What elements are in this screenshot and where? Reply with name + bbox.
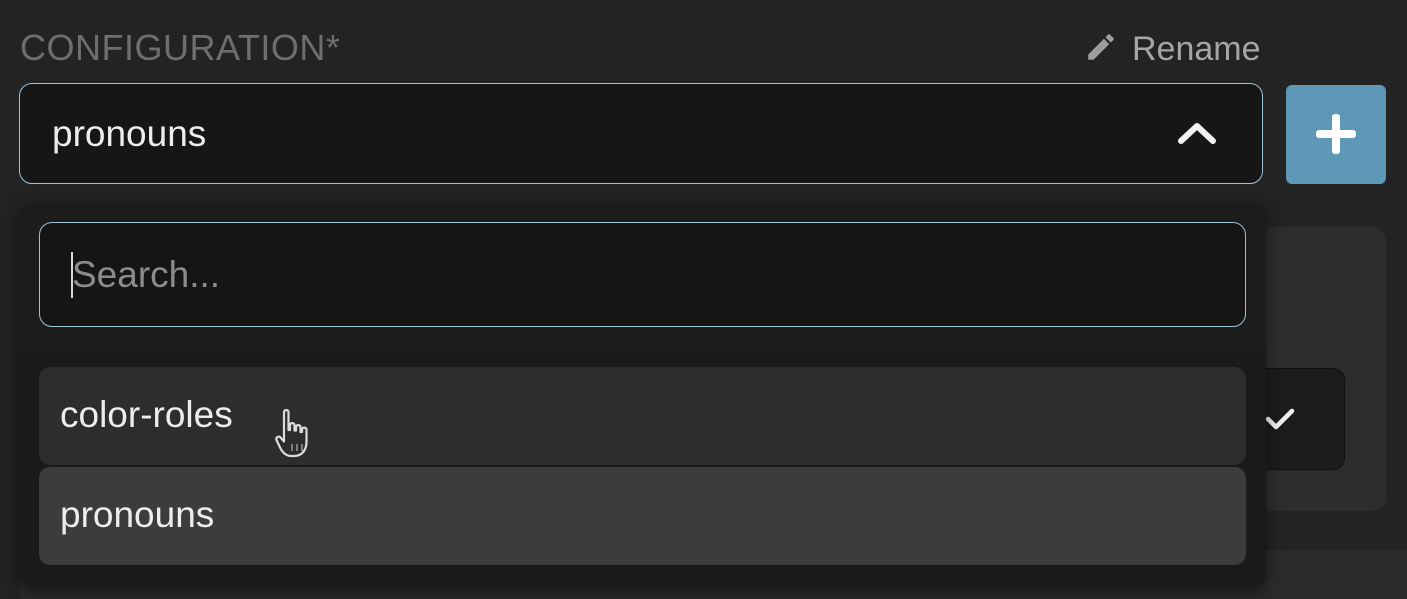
option-label: pronouns <box>60 494 215 535</box>
configuration-select[interactable]: pronouns <box>19 83 1263 184</box>
option-pronouns[interactable]: pronouns <box>39 467 1246 565</box>
configuration-panel: CONFIGURATION* Rename pronouns Search...… <box>0 0 1407 599</box>
hand-pointer-icon <box>274 408 318 465</box>
search-input[interactable] <box>39 222 1246 327</box>
rename-label: Rename <box>1132 29 1261 68</box>
dropdown-options: color-roles pronouns <box>19 348 1266 587</box>
checkmark-icon <box>1265 408 1295 430</box>
chevron-up-icon <box>1177 120 1217 151</box>
plus-icon <box>1316 114 1356 154</box>
rename-button[interactable]: Rename <box>1084 28 1261 70</box>
option-label: color-roles <box>60 394 233 435</box>
option-color-roles[interactable]: color-roles <box>39 367 1246 465</box>
add-configuration-button[interactable] <box>1286 85 1386 184</box>
selected-configuration: pronouns <box>52 113 207 154</box>
configuration-dropdown: color-roles pronouns <box>19 202 1266 587</box>
pencil-icon <box>1084 30 1118 69</box>
text-caret <box>71 252 73 298</box>
configuration-label: CONFIGURATION* <box>20 27 341 68</box>
dropdown-search-area <box>19 202 1266 348</box>
